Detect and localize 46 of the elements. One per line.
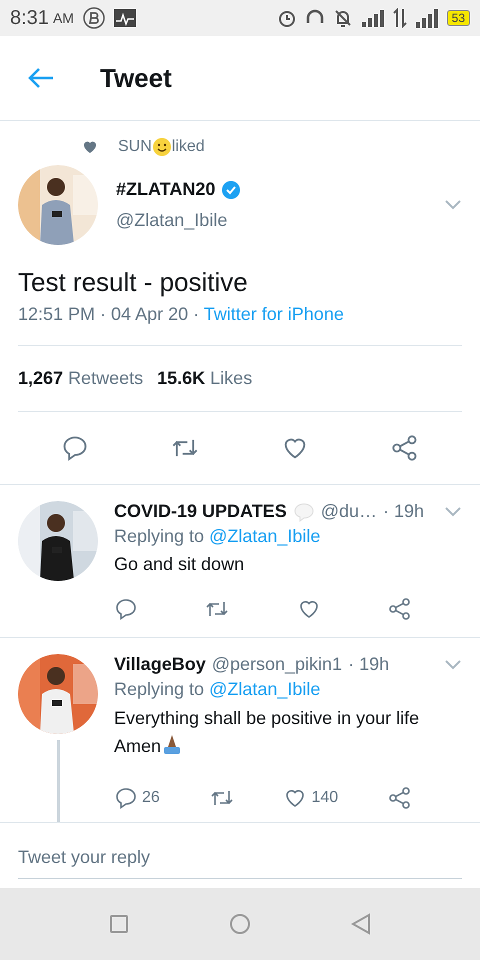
smiley-icon	[152, 137, 172, 157]
source-link[interactable]: Twitter for iPhone	[204, 304, 344, 324]
stat-count[interactable]: 1,267 Retweets	[18, 368, 144, 389]
reply-icon[interactable]	[61, 434, 89, 462]
reply-text: Everything shall be positive in your life Amen	[114, 708, 420, 756]
reply-time: · 19h	[348, 654, 390, 675]
page-title: Tweet	[100, 62, 172, 94]
like-count: 140	[311, 789, 338, 807]
activity-icon	[114, 9, 136, 27]
circle-nav-icon[interactable]	[229, 913, 251, 935]
back-arrow-icon[interactable]	[28, 67, 54, 89]
tweet-meta: 12:51 PM · 04 Apr 20 · Twitter for iPhone	[18, 304, 462, 346]
reply-handle: @du…	[320, 501, 377, 522]
reply-author: COVID-19 UPDATES	[114, 501, 287, 522]
share-icon[interactable]	[391, 434, 419, 462]
data-arrows-icon	[392, 8, 407, 28]
battery-level: 53	[446, 10, 470, 26]
reply-icon[interactable]	[114, 597, 138, 621]
mention-link[interactable]: @Zlatan_Ibile	[209, 679, 320, 699]
display-name: #ZLATAN20	[116, 179, 216, 200]
user-handle: @Zlatan_Ibile	[116, 210, 228, 231]
liker-name: SUN	[118, 138, 152, 156]
reply-author: VillageBoy	[114, 654, 206, 675]
status-time: 8:31	[10, 6, 49, 30]
replying-to: Replying to @Zlatan_Ibile	[114, 679, 322, 700]
b-circle-icon	[82, 6, 106, 30]
stat-count[interactable]: 15.6K Likes	[157, 368, 252, 389]
reply-count: 26	[142, 789, 160, 807]
reply-icon[interactable]	[114, 786, 138, 810]
reply-handle: @person_pikin1	[212, 654, 342, 675]
back-triangle-icon[interactable]	[351, 913, 371, 935]
tweet-text: Test result - positive	[17, 266, 249, 299]
square-nav-icon[interactable]	[109, 914, 129, 934]
liked-label: liked	[172, 138, 205, 156]
signal-icon	[414, 8, 439, 28]
signal-icon	[360, 9, 385, 27]
status-ampm: AM	[52, 10, 74, 26]
mention-link[interactable]: @Zlatan_Ibile	[209, 526, 320, 546]
replying-to: Replying to @Zlatan_Ibile	[114, 526, 322, 547]
share-icon[interactable]	[388, 597, 412, 621]
reply-text: Go and sit down	[114, 554, 244, 574]
reply-time: · 19h	[383, 501, 424, 522]
bell-off-icon	[332, 8, 353, 28]
alarm-icon	[276, 8, 297, 28]
heart-icon	[82, 139, 98, 155]
share-icon[interactable]	[388, 786, 412, 810]
